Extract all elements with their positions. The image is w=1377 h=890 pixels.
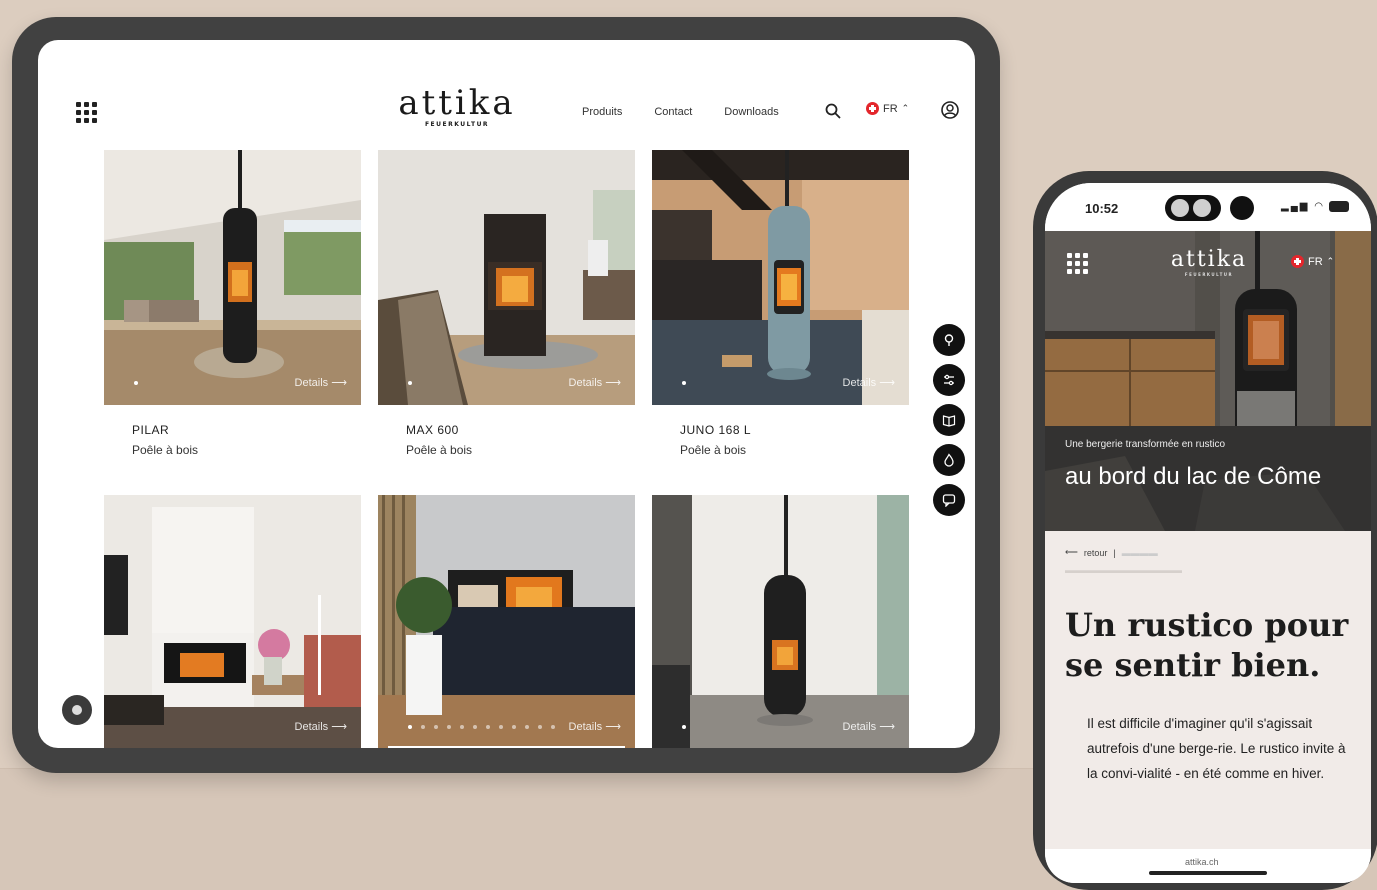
product-image: Details ⟶	[104, 150, 361, 405]
hero-banner: attika FEUERKULTUR FR ⌃ Une bergerie tra…	[1045, 231, 1371, 531]
menu-grid-icon[interactable]	[1067, 253, 1089, 275]
article-content: ⟵ retour | ▬▬▬▬ ▬▬▬▬▬▬▬▬▬▬▬▬▬ Un rustico…	[1045, 531, 1371, 849]
insert-fireplace-photo	[104, 495, 361, 748]
browser-url-bar[interactable]: attika.ch	[1045, 849, 1371, 883]
arrow-left-icon: ⟵	[1065, 547, 1078, 557]
back-link[interactable]: retour	[1084, 548, 1108, 558]
language-selector[interactable]: FR ⌃	[1291, 255, 1334, 268]
product-type: Poêle à bois	[406, 443, 473, 457]
language-code: FR	[1308, 255, 1323, 268]
chat-widget-button[interactable]	[62, 695, 92, 725]
details-link[interactable]: Details ⟶	[295, 376, 347, 389]
details-link[interactable]: Details ⟶	[843, 720, 895, 733]
nav-produits[interactable]: Produits	[582, 106, 622, 118]
wall-fireplace-photo	[378, 495, 635, 748]
chevron-up-icon: ⌃	[901, 103, 910, 113]
status-bar: 10:52 ▂▄▆ ◠	[1045, 183, 1371, 231]
configurator-sliders-icon[interactable]	[933, 364, 965, 396]
swiss-flag-icon	[1291, 255, 1304, 268]
language-code: FR	[883, 102, 898, 115]
carousel-progress-bar	[388, 746, 625, 748]
product-type: Poêle à bois	[132, 443, 199, 457]
product-card-max-600[interactable]: Details ⟶ MAX 600 Poêle à bois	[378, 150, 635, 457]
hero-subtitle: Une bergerie transformée en rustico	[1065, 439, 1226, 450]
breadcrumb-current: ▬▬▬▬	[1121, 547, 1158, 558]
side-toolbar	[933, 324, 965, 516]
product-card-6[interactable]: Details ⟶	[652, 495, 909, 748]
menu-grid-icon[interactable]	[76, 102, 98, 124]
catalog-book-icon[interactable]	[933, 404, 965, 436]
attika-logo[interactable]: attika FEUERKULTUR	[1161, 247, 1257, 277]
carousel-dots[interactable]	[682, 381, 686, 385]
product-type: Poêle à bois	[680, 443, 747, 457]
product-card-pilar[interactable]: Details ⟶ PILAR Poêle à bois	[104, 150, 361, 457]
details-link[interactable]: Details ⟶	[295, 720, 347, 733]
round-stove-photo	[652, 495, 909, 748]
product-card-5[interactable]: Details ⟶	[378, 495, 635, 748]
details-link[interactable]: Details ⟶	[569, 720, 621, 733]
product-image: Details ⟶	[104, 495, 361, 748]
article-body: Il est difficile d'imaginer qu'il s'agis…	[1087, 716, 1346, 781]
carousel-dots[interactable]	[408, 725, 555, 729]
carousel-dots[interactable]	[682, 725, 686, 729]
carousel-dots[interactable]	[134, 381, 138, 385]
chat-bubble-icon[interactable]	[933, 484, 965, 516]
signal-wifi-battery-icons: ▂▄▆ ◠	[1281, 201, 1349, 212]
breadcrumb-subline: ▬▬▬▬▬▬▬▬▬▬▬▬▬	[1065, 565, 1182, 575]
status-time: 10:52	[1085, 201, 1119, 216]
details-link[interactable]: Details ⟶	[843, 376, 895, 389]
swiss-flag-icon	[866, 102, 879, 115]
nav-downloads[interactable]: Downloads	[724, 106, 778, 118]
tablet-screen: attika FEUERKULTUR Produits Contact Down…	[38, 40, 975, 748]
product-card-4[interactable]: Details ⟶	[104, 495, 361, 748]
main-nav: Produits Contact Downloads	[582, 106, 779, 118]
site-header: attika FEUERKULTUR Produits Contact Down…	[38, 40, 975, 160]
fire-flame-icon[interactable]	[933, 444, 965, 476]
language-selector[interactable]: FR ⌃	[866, 102, 909, 115]
product-image: Details ⟶	[652, 495, 909, 748]
search-icon[interactable]	[824, 102, 842, 120]
nav-contact[interactable]: Contact	[654, 106, 692, 118]
chat-dot-icon	[72, 705, 82, 715]
details-link[interactable]: Details ⟶	[569, 376, 621, 389]
logo-word: attika	[398, 83, 516, 123]
home-indicator[interactable]	[1149, 871, 1267, 875]
attika-logo[interactable]: attika FEUERKULTUR	[392, 84, 522, 128]
logo-word: attika	[1170, 247, 1248, 272]
breadcrumb: ⟵ retour | ▬▬▬▬	[1065, 547, 1158, 558]
juno-photo	[652, 150, 909, 405]
dynamic-island	[1165, 195, 1221, 221]
product-image: Details ⟶	[378, 150, 635, 405]
tablet-device: attika FEUERKULTUR Produits Contact Down…	[12, 17, 1000, 773]
hero-title: au bord du lac de Côme	[1065, 463, 1322, 490]
url-text: attika.ch	[1185, 857, 1219, 867]
battery-icon	[1328, 201, 1349, 212]
carousel-dots[interactable]	[408, 381, 412, 385]
location-pin-icon[interactable]	[933, 324, 965, 356]
phone-screen: 10:52 ▂▄▆ ◠ attika FEUERKULTUR FR ⌃ Une …	[1045, 183, 1371, 883]
chevron-up-icon: ⌃	[1326, 256, 1335, 266]
product-name: JUNO 168 L	[680, 423, 752, 437]
product-name: MAX 600	[406, 423, 459, 437]
product-card-juno-168-l[interactable]: Details ⟶ JUNO 168 L Poêle à bois	[652, 150, 909, 457]
user-account-icon[interactable]	[940, 100, 960, 120]
breadcrumb-separator: |	[1113, 547, 1116, 558]
camera-icon	[1230, 196, 1254, 220]
pilar-photo	[104, 150, 361, 405]
max-600-photo	[378, 150, 635, 405]
article-heading: Un rustico pour se sentir bien.	[1065, 606, 1349, 684]
product-image: Details ⟶	[652, 150, 909, 405]
product-name: PILAR	[132, 423, 170, 437]
product-image: Details ⟶	[378, 495, 635, 748]
phone-device: 10:52 ▂▄▆ ◠ attika FEUERKULTUR FR ⌃ Une …	[1033, 171, 1377, 890]
